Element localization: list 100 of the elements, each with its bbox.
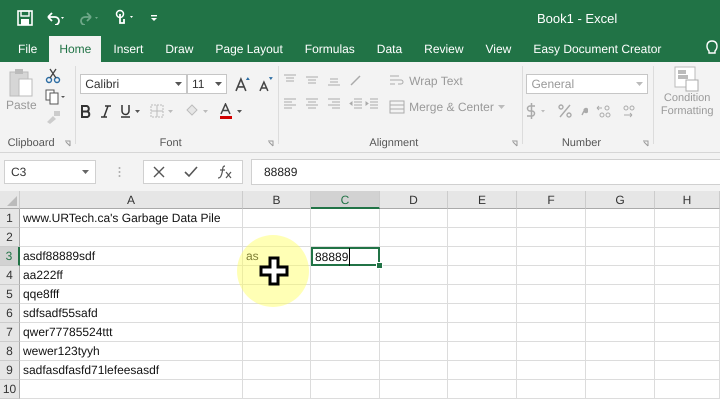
row-header[interactable]: 9 (0, 361, 20, 380)
table-cell[interactable] (311, 323, 380, 342)
table-cell[interactable] (380, 209, 448, 228)
table-cell[interactable] (586, 209, 655, 228)
table-cell[interactable] (311, 304, 380, 323)
table-cell[interactable] (448, 285, 517, 304)
ribbon-tab[interactable]: View (476, 36, 522, 62)
font-name-dropdown[interactable]: Calibri (80, 74, 187, 94)
table-cell[interactable] (655, 361, 720, 380)
table-cell[interactable] (586, 361, 655, 380)
table-cell[interactable]: sdfsadf55safd (20, 304, 243, 323)
copy-icon[interactable] (44, 89, 67, 105)
table-cell[interactable] (517, 266, 586, 285)
table-cell[interactable] (380, 285, 448, 304)
table-cell[interactable] (517, 323, 586, 342)
font-color-icon[interactable] (218, 103, 244, 119)
table-cell[interactable] (243, 323, 311, 342)
fill-handle[interactable] (376, 262, 383, 269)
undo-icon[interactable] (45, 11, 67, 25)
dialog-launcher-icon[interactable] (64, 140, 72, 146)
table-cell[interactable] (586, 247, 655, 266)
row-header[interactable]: 10 (0, 380, 20, 399)
table-cell[interactable] (586, 266, 655, 285)
ribbon-tab[interactable]: Review (414, 36, 474, 62)
table-cell[interactable]: aa222ff (20, 266, 243, 285)
save-icon[interactable] (17, 10, 33, 26)
customize-icon[interactable] (149, 12, 159, 24)
table-cell[interactable] (448, 266, 517, 285)
insert-function-icon[interactable] (216, 165, 233, 179)
formula-field[interactable]: 88889 (251, 159, 720, 185)
table-cell[interactable]: asdf88889sdf (20, 247, 243, 266)
table-cell[interactable] (586, 304, 655, 323)
column-header[interactable]: B (243, 191, 311, 209)
column-header[interactable]: D (380, 191, 448, 209)
table-cell[interactable] (311, 342, 380, 361)
table-cell[interactable]: 88889 (311, 247, 380, 266)
table-cell[interactable] (448, 361, 517, 380)
table-cell[interactable] (517, 285, 586, 304)
table-cell[interactable] (655, 380, 720, 399)
table-cell[interactable] (655, 342, 720, 361)
indent-icon[interactable] (349, 98, 380, 110)
font-size-dropdown[interactable]: 11 (186, 74, 227, 94)
table-cell[interactable] (655, 323, 720, 342)
table-cell[interactable] (655, 228, 720, 247)
increase-decimal-icon[interactable] (596, 104, 612, 118)
table-cell[interactable] (20, 380, 243, 399)
row-header[interactable]: 5 (0, 285, 20, 304)
table-cell[interactable]: www.URTech.ca's Garbage Data Pile (20, 209, 243, 228)
column-header[interactable]: E (448, 191, 517, 209)
resize-handle-icon[interactable] (118, 166, 121, 178)
align-right-icon[interactable] (327, 98, 342, 110)
table-cell[interactable] (243, 304, 311, 323)
align-left-icon[interactable] (283, 98, 298, 110)
table-cell[interactable] (517, 228, 586, 247)
ribbon-tab[interactable]: Easy Document Creator (523, 36, 672, 62)
ribbon-tab[interactable]: Data (366, 36, 412, 62)
underline-icon[interactable] (120, 104, 142, 118)
table-cell[interactable] (586, 285, 655, 304)
table-cell[interactable] (243, 361, 311, 380)
scissors-icon[interactable] (44, 68, 61, 84)
checkmark-icon[interactable] (184, 166, 198, 178)
dialog-launcher-icon[interactable] (642, 140, 650, 146)
table-cell[interactable] (448, 380, 517, 399)
select-all-corner[interactable] (0, 191, 20, 209)
table-cell[interactable] (655, 266, 720, 285)
bold-icon[interactable] (80, 104, 92, 118)
table-cell[interactable] (655, 285, 720, 304)
row-header[interactable]: 4 (0, 266, 20, 285)
row-header[interactable]: 7 (0, 323, 20, 342)
table-cell[interactable] (655, 247, 720, 266)
ribbon-tab[interactable]: Home (49, 36, 102, 62)
percent-icon[interactable] (558, 104, 572, 118)
table-cell[interactable] (243, 380, 311, 399)
row-header[interactable]: 6 (0, 304, 20, 323)
row-header[interactable]: 1 (0, 209, 20, 228)
table-cell[interactable] (448, 304, 517, 323)
table-cell[interactable] (448, 228, 517, 247)
table-cell[interactable] (311, 285, 380, 304)
table-cell[interactable] (380, 342, 448, 361)
cancel-icon[interactable] (153, 166, 166, 178)
column-header[interactable]: C (311, 191, 380, 209)
table-cell[interactable] (517, 342, 586, 361)
table-cell[interactable] (243, 342, 311, 361)
italic-icon[interactable] (100, 104, 112, 118)
column-header[interactable]: H (655, 191, 720, 209)
table-cell[interactable] (517, 361, 586, 380)
table-cell[interactable] (586, 380, 655, 399)
ribbon-tab[interactable]: Page Layout (205, 36, 293, 62)
dialog-launcher-icon[interactable] (510, 140, 518, 146)
table-cell[interactable] (311, 228, 380, 247)
ribbon-tab[interactable]: Formulas (294, 36, 365, 62)
table-cell[interactable] (448, 247, 517, 266)
name-box[interactable]: C3 (4, 160, 96, 184)
table-cell[interactable] (380, 304, 448, 323)
table-cell[interactable] (448, 323, 517, 342)
table-cell[interactable] (655, 304, 720, 323)
row-header[interactable]: 8 (0, 342, 20, 361)
table-cell[interactable] (380, 228, 448, 247)
middle-align-icon[interactable] (305, 74, 320, 86)
table-cell[interactable] (517, 304, 586, 323)
